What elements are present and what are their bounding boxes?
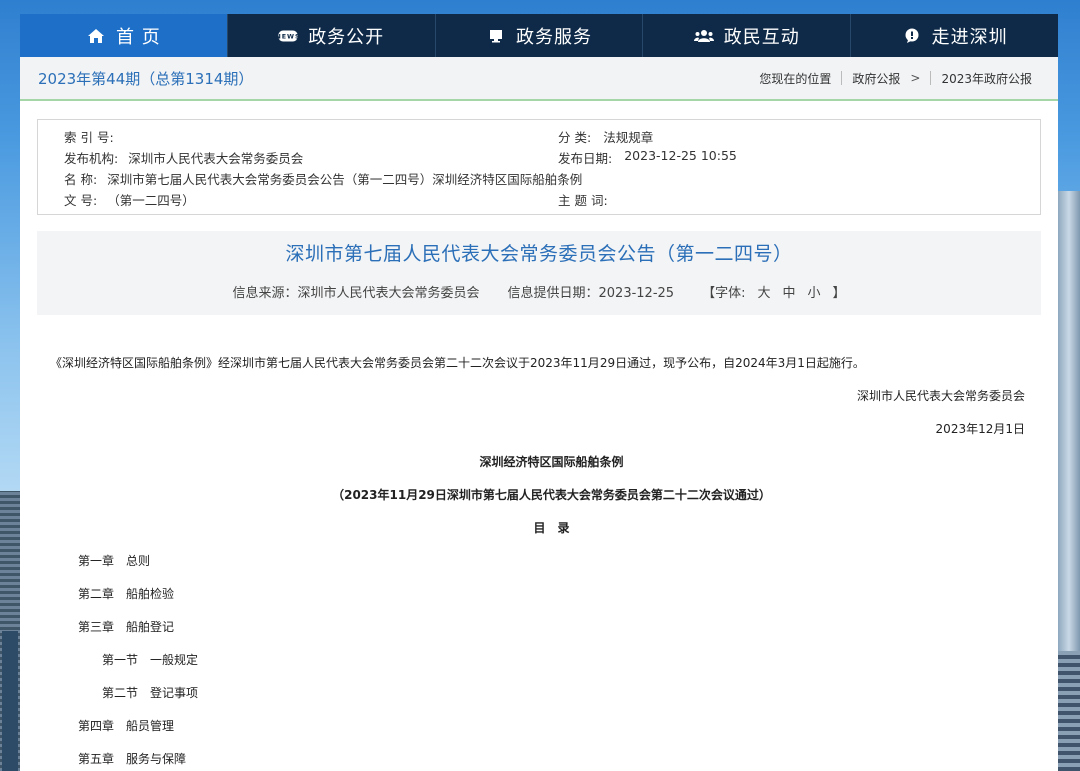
toc-item: 第三章 船舶登记 <box>78 620 175 634</box>
breadcrumb-current-label: 您现在的位置 <box>759 71 832 86</box>
main-nav: 首 页 NEWS 政务公开 政务服务 政民互动 走进深圳 <box>20 14 1058 57</box>
monitor-icon <box>486 27 506 45</box>
nav-item-label: 政民互动 <box>723 26 800 48</box>
toc-title: 目 录 <box>533 521 570 535</box>
info-provide-date: 信息提供日期：2023-12-25 <box>507 286 675 301</box>
breadcrumb-separator: > <box>910 71 921 85</box>
name-label: 名 称: <box>64 172 98 187</box>
toc-item: 第一章 总则 <box>78 554 151 568</box>
publish-date-value: 2023-12-25 10:55 <box>624 148 737 163</box>
doc-number-label: 文 号: <box>64 193 98 208</box>
nav-item-home[interactable]: 首 页 <box>20 14 228 57</box>
law-subtitle: （2023年11月29日深圳市第七届人民代表大会常务委员会第二十二次会议通过） <box>332 488 771 502</box>
category-label: 分 类: <box>558 130 592 145</box>
info-source: 信息来源：深圳市人民代表大会常务委员会 <box>232 286 480 301</box>
background-city-right <box>1058 0 1080 771</box>
article-body: 《深圳经济特区国际船舶条例》经深圳市第七届人民代表大会常务委员会第二十二次会议于… <box>20 353 1058 769</box>
font-size-label-open: 【字体: <box>702 286 746 301</box>
index-label: 索 引 号: <box>64 130 114 145</box>
issue-bar: 2023年第44期（总第1314期） 您现在的位置 政府公报 > 2023年政府… <box>20 57 1058 101</box>
nav-item-government-affairs[interactable]: NEWS 政务公开 <box>228 14 436 57</box>
nav-item-interaction[interactable]: 政民互动 <box>643 14 852 57</box>
breadcrumb-item-gazette[interactable]: 政府公报 <box>852 70 900 87</box>
news-icon: NEWS <box>278 27 298 45</box>
background-building <box>2 631 18 771</box>
font-size-small-button[interactable]: 小 <box>807 282 820 301</box>
nav-item-label: 政务服务 <box>515 26 592 48</box>
breadcrumb-divider <box>841 71 843 85</box>
breadcrumb-divider <box>930 71 932 85</box>
page-title: 深圳市第七届人民代表大会常务委员会公告（第一二四号） <box>285 243 793 265</box>
font-size-control: 【字体: 大 中 小 】 <box>702 282 845 301</box>
breadcrumb-item-2023-gazette[interactable]: 2023年政府公报 <box>941 70 1032 87</box>
nav-item-label: 走进深圳 <box>931 26 1008 48</box>
home-icon <box>86 27 106 45</box>
font-size-label-close: 】 <box>832 286 846 301</box>
keywords-label: 主 题 词: <box>558 193 608 208</box>
toc-item: 第二章 船舶检验 <box>78 587 175 601</box>
publish-date-label: 发布日期: <box>558 151 613 166</box>
table-of-contents: 第一章 总则 第二章 船舶检验 第三章 船舶登记 第一节 一般规定 第二节 登记… <box>78 551 1025 769</box>
category-value: 法规规章 <box>603 130 654 145</box>
issue-title[interactable]: 2023年第44期（总第1314期） <box>38 68 253 89</box>
article-header: 深圳市第七届人民代表大会常务委员会公告（第一二四号） 信息来源：深圳市人民代表大… <box>37 231 1041 315</box>
toc-item: 第二节 登记事项 <box>102 686 199 700</box>
publisher-value: 深圳市人民代表大会常务委员会 <box>128 151 304 166</box>
people-icon <box>693 27 714 45</box>
publisher-label: 发布机构: <box>64 151 119 166</box>
page-container: 首 页 NEWS 政务公开 政务服务 政民互动 走进深圳 <box>20 14 1058 771</box>
nav-item-services[interactable]: 政务服务 <box>436 14 644 57</box>
svg-text:NEWS: NEWS <box>278 33 298 40</box>
signer: 深圳市人民代表大会常务委员会 <box>856 389 1025 403</box>
nav-item-shenzhen[interactable]: 走进深圳 <box>851 14 1058 57</box>
font-size-large-button[interactable]: 大 <box>757 282 770 301</box>
intro-paragraph: 《深圳经济特区国际船舶条例》经深圳市第七届人民代表大会常务委员会第二十二次会议于… <box>50 356 865 370</box>
font-size-medium-button[interactable]: 中 <box>782 282 795 301</box>
doc-number-value: （第一二四号） <box>107 193 195 208</box>
nav-item-label: 政务公开 <box>308 26 385 48</box>
name-value: 深圳市第七届人民代表大会常务委员会公告（第一二四号）深圳经济特区国际船舶条例 <box>107 172 583 187</box>
toc-item: 第四章 船员管理 <box>78 719 175 733</box>
toc-item: 第一节 一般规定 <box>102 653 199 667</box>
toc-item: 第五章 服务与保障 <box>78 752 187 766</box>
chat-icon <box>902 27 922 45</box>
sign-date: 2023年12月1日 <box>935 422 1025 436</box>
background-building <box>1058 651 1080 771</box>
breadcrumb: 您现在的位置 政府公报 > 2023年政府公报 <box>759 70 1032 87</box>
nav-item-label: 首 页 <box>116 26 161 48</box>
article-info-line: 信息来源：深圳市人民代表大会常务委员会 信息提供日期：2023-12-25 【字… <box>37 282 1041 301</box>
background-city-left <box>0 0 20 771</box>
document-meta-box: 索 引 号: 分 类: 法规规章 发布机构: 深圳市人民代表大会常务委员会 发布… <box>37 119 1041 215</box>
law-title: 深圳经济特区国际船舶条例 <box>479 455 624 469</box>
